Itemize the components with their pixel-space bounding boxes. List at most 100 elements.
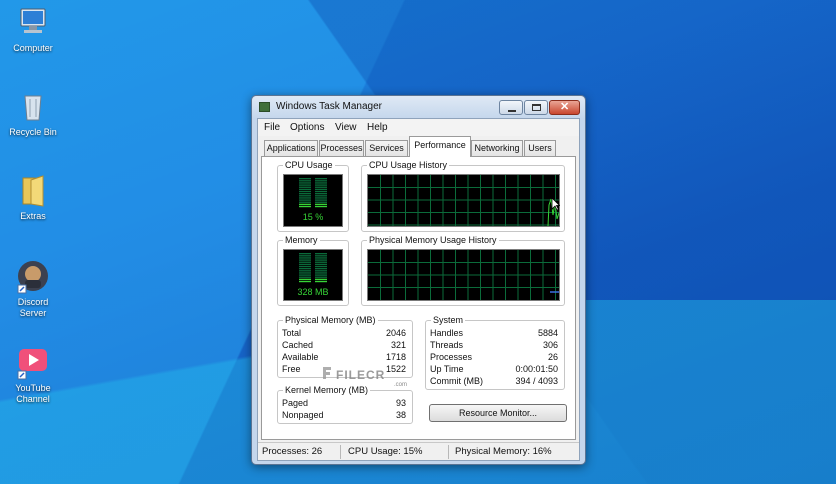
- gauge-segment: [299, 270, 311, 272]
- gauge-segment: [315, 193, 327, 195]
- status-cpu: CPU Usage: 15%: [348, 446, 423, 457]
- minimize-button[interactable]: [499, 100, 523, 115]
- gauge-segment: [315, 197, 327, 199]
- stat-row: Nonpaged 38: [278, 410, 412, 422]
- desktop-icon-extras[interactable]: Extras: [0, 172, 66, 222]
- stat-key: Available: [282, 352, 319, 362]
- gauge-segment: [315, 280, 327, 283]
- gauge-segment: [299, 278, 311, 281]
- stat-row: Threads 306: [426, 340, 564, 352]
- desktop-icon-label: YouTube: [15, 383, 51, 393]
- gauge-segment: [299, 203, 311, 206]
- memory-group: Memory 328 MB: [277, 235, 349, 306]
- stat-value: 5884: [537, 328, 558, 338]
- gauge-segment: [299, 197, 311, 199]
- cpu-history-group: CPU Usage History: [361, 160, 565, 232]
- desktop-icon-youtube-channel[interactable]: YouTube Channel: [0, 344, 66, 405]
- stat-row: Handles 5884: [426, 328, 564, 340]
- gauge-segment: [315, 265, 327, 268]
- memory-value: 328 MB: [297, 287, 329, 297]
- gauge-segment: [299, 205, 311, 208]
- gauge-segment: [299, 199, 311, 201]
- stat-row: Up Time 0:00:01:50: [426, 364, 564, 376]
- stat-row: Available 1718: [278, 352, 412, 364]
- gauge-segment: [315, 261, 327, 263]
- stat-key: Threads: [430, 340, 464, 350]
- stat-key: Cached: [282, 340, 314, 350]
- gauge-segment: [315, 274, 327, 276]
- gauge-segment: [299, 178, 311, 180]
- gauge-segment: [315, 278, 327, 281]
- gauge-segment: [299, 276, 311, 278]
- status-divider: [448, 445, 449, 459]
- stat-value: 321: [390, 340, 406, 350]
- stat-key: Up Time: [430, 364, 464, 374]
- gauge-segment: [299, 180, 311, 182]
- desktop-icon-computer[interactable]: Computer: [0, 4, 66, 54]
- menu-view[interactable]: View: [335, 122, 357, 133]
- gauge-segment: [299, 182, 311, 184]
- resource-monitor-button[interactable]: Resource Monitor...: [429, 404, 567, 422]
- folder-icon: [15, 172, 51, 208]
- mouse-cursor-icon: [551, 197, 560, 211]
- menu-file[interactable]: File: [264, 122, 280, 133]
- title-bar[interactable]: Windows Task Manager ✕: [252, 96, 585, 118]
- tab-networking[interactable]: Networking: [471, 140, 523, 156]
- stat-key: Nonpaged: [282, 410, 324, 420]
- desktop-icon-label: Channel: [16, 394, 50, 404]
- cpu-usage-group: CPU Usage 15 %: [277, 160, 349, 232]
- menu-options[interactable]: Options: [290, 122, 324, 133]
- kernel-memory-label: Kernel Memory (MB): [283, 385, 371, 395]
- tab-applications[interactable]: Applications: [264, 140, 318, 156]
- menu-help[interactable]: Help: [367, 122, 388, 133]
- watermark-subtext: .com: [394, 382, 408, 388]
- cpu-usage-label: CPU Usage: [283, 160, 335, 170]
- gauge-segment: [315, 184, 327, 186]
- system-label: System: [431, 315, 466, 325]
- stat-key: Total: [282, 328, 302, 338]
- stat-key: Free: [282, 364, 301, 374]
- kernel-memory-group: Kernel Memory (MB) Paged 93 Nonpaged 38: [277, 385, 413, 424]
- memory-label: Memory: [283, 235, 320, 245]
- status-divider: [340, 445, 341, 459]
- status-processes: Processes: 26: [262, 446, 323, 457]
- cpu-history-plot: [368, 175, 560, 227]
- stat-value: 1718: [385, 352, 406, 362]
- stat-row: Paged 93: [278, 398, 412, 410]
- window-client-area: File Options View Help Applications Proc…: [257, 118, 580, 461]
- tab-performance[interactable]: Performance: [409, 136, 471, 157]
- gauge-segment: [299, 259, 311, 261]
- desktop-icon-label: Server: [19, 308, 47, 318]
- desktop-icon-label: Recycle Bin: [9, 127, 57, 137]
- tab-strip: Applications Processes Services Performa…: [258, 136, 579, 157]
- tab-services[interactable]: Services: [365, 140, 408, 156]
- gauge-segment: [315, 253, 327, 255]
- gauge-segment: [299, 201, 311, 203]
- gauge-segment: [315, 257, 327, 259]
- memory-history-label: Physical Memory Usage History: [367, 235, 499, 245]
- gauge-segment: [299, 253, 311, 255]
- stat-key: Handles: [430, 328, 464, 338]
- gauge-segment: [299, 190, 311, 193]
- status-memory: Physical Memory: 16%: [455, 446, 552, 457]
- stat-value: 0:00:01:50: [515, 364, 558, 374]
- system-group: System Handles 5884 Threads 306 Processe…: [425, 315, 565, 390]
- gauge-segment: [299, 280, 311, 283]
- watermark-text: FILECR: [336, 368, 386, 382]
- stat-value: 93: [395, 398, 406, 408]
- window-title: Windows Task Manager: [276, 101, 382, 112]
- desktop-icon-recycle-bin[interactable]: Recycle Bin: [0, 88, 66, 138]
- close-button[interactable]: ✕: [549, 100, 580, 115]
- watermark-logo-icon: [323, 367, 331, 379]
- stat-key: Commit (MB): [430, 376, 483, 386]
- gauge-segment: [315, 186, 327, 188]
- youtube-icon: [15, 344, 51, 380]
- tab-users[interactable]: Users: [524, 140, 556, 156]
- desktop-icon-discord-server[interactable]: Discord Server: [0, 258, 66, 319]
- maximize-button[interactable]: [524, 100, 548, 115]
- memory-history-group: Physical Memory Usage History: [361, 235, 565, 306]
- gauge-segment: [315, 263, 327, 266]
- minimize-icon: [508, 110, 516, 112]
- tab-processes[interactable]: Processes: [319, 140, 364, 156]
- gauge-segment: [315, 190, 327, 193]
